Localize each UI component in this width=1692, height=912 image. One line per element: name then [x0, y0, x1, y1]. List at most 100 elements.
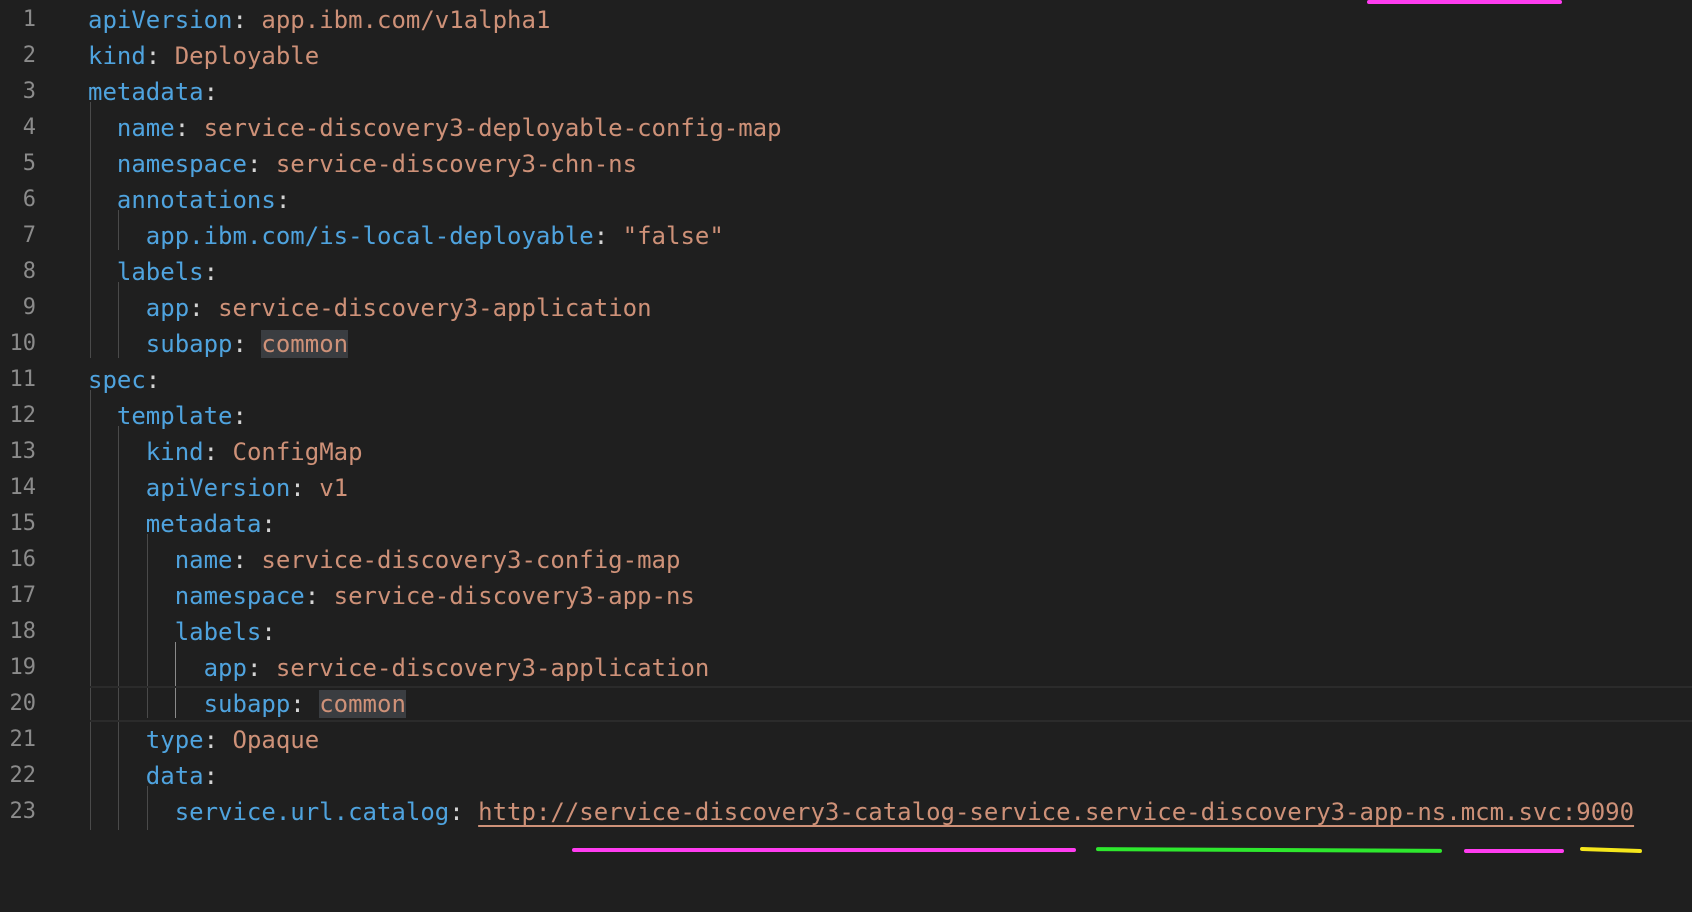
code-content: name: service-discovery3-deployable-conf…	[117, 110, 782, 146]
yaml-colon: :	[203, 78, 219, 106]
code-content: apiVersion: v1	[146, 470, 348, 506]
yaml-value: service-discovery3-chn-ns	[275, 150, 638, 178]
line-number: 5	[22, 151, 36, 176]
yaml-key: name	[116, 114, 175, 142]
code-line[interactable]: 19 app: service-discovery3-application	[0, 650, 1692, 686]
yaml-key: spec	[88, 366, 146, 394]
code-content: labels:	[117, 254, 218, 290]
code-line[interactable]: 11 spec:	[0, 362, 1692, 398]
code-content: annotations:	[117, 182, 290, 218]
yaml-colon: :	[232, 6, 247, 34]
yaml-colon: :	[261, 618, 276, 646]
line-number: 14	[9, 475, 37, 500]
line-number: 10	[9, 331, 37, 356]
yaml-colon: :	[290, 474, 305, 502]
code-line[interactable]: 2 kind: Deployable	[0, 38, 1692, 74]
code-line[interactable]: 3 metadata:	[0, 74, 1692, 110]
code-line[interactable]: 20 subapp: common	[0, 686, 1692, 722]
yaml-value: service-discovery3-app-ns	[333, 582, 695, 610]
yaml-value: service-discovery3-config-map	[261, 546, 681, 574]
annotation-mark-green	[1095, 847, 1443, 853]
line-number: 3	[22, 79, 36, 104]
yaml-key: labels	[174, 618, 262, 646]
yaml-value: service-discovery3-application	[218, 294, 652, 322]
code-line[interactable]: 5 namespace: service-discovery3-chn-ns	[0, 146, 1692, 182]
code-line[interactable]: 17 namespace: service-discovery3-app-ns	[0, 578, 1692, 614]
code-content: type: Opaque	[146, 722, 319, 758]
yaml-value: ConfigMap	[232, 438, 363, 466]
code-line[interactable]: 16 name: service-discovery3-config-map	[0, 542, 1692, 578]
yaml-colon: :	[593, 222, 609, 250]
annotation-mark-magenta-2	[1464, 849, 1564, 853]
yaml-key: namespace	[116, 150, 247, 178]
code-line[interactable]: 10 subapp: common	[0, 326, 1692, 362]
code-content: data:	[146, 758, 218, 794]
line-number: 22	[9, 763, 37, 788]
code-content: template:	[117, 398, 247, 434]
code-content: namespace: service-discovery3-app-ns	[175, 578, 695, 614]
code-content: kind: ConfigMap	[146, 434, 363, 470]
code-line[interactable]: 21 type: Opaque	[0, 722, 1692, 758]
yaml-key: app	[145, 294, 190, 322]
code-line[interactable]: 13 kind: ConfigMap	[0, 434, 1692, 470]
line-number: 18	[9, 619, 37, 644]
yaml-colon: :	[449, 798, 464, 826]
line-number: 16	[9, 547, 37, 572]
code-line[interactable]: 4 name: service-discovery3-deployable-con…	[0, 110, 1692, 146]
yaml-key: service.url.catalog	[174, 798, 450, 826]
code-line[interactable]: 18 labels:	[0, 614, 1692, 650]
code-line[interactable]: 15 metadata:	[0, 506, 1692, 542]
code-line[interactable]: 6 annotations:	[0, 182, 1692, 218]
annotation-mark-yellow	[1579, 846, 1643, 854]
yaml-key: data	[145, 762, 204, 790]
line-number: 4	[22, 115, 36, 140]
yaml-key: subapp	[145, 330, 233, 358]
yaml-key: app.ibm.com/is-local-deployable	[145, 222, 594, 250]
code-content: metadata:	[146, 506, 276, 542]
yaml-value-link[interactable]: http://service-discovery3-catalog-servic…	[478, 798, 1634, 826]
code-line[interactable]: 1 apiVersion: app.ibm.com/v1alpha1	[0, 2, 1692, 38]
code-line[interactable]: 7 app.ibm.com/is-local-deployable: "false…	[0, 218, 1692, 254]
line-number: 12	[9, 403, 37, 428]
line-number: 9	[22, 295, 36, 320]
yaml-key: kind	[145, 438, 204, 466]
yaml-key: metadata	[88, 78, 204, 106]
yaml-colon: :	[203, 726, 219, 754]
code-content: subapp: common	[204, 686, 406, 722]
yaml-key: apiVersion	[88, 6, 233, 34]
code-line[interactable]: 8 labels:	[0, 254, 1692, 290]
code-line[interactable]: 14 apiVersion: v1	[0, 470, 1692, 506]
code-line[interactable]: 9 app: service-discovery3-application	[0, 290, 1692, 326]
yaml-value: "false"	[622, 222, 724, 250]
yaml-value: v1	[319, 474, 349, 502]
yaml-key: template	[116, 402, 233, 430]
yaml-colon: :	[261, 510, 276, 538]
yaml-value: Deployable	[174, 42, 320, 70]
yaml-colon: :	[232, 546, 247, 574]
yaml-colon: :	[304, 582, 320, 610]
code-content: app: service-discovery3-application	[204, 650, 710, 686]
line-number: 23	[9, 799, 37, 824]
line-number: 13	[9, 439, 37, 464]
yaml-colon: :	[189, 294, 204, 322]
code-content: metadata:	[88, 74, 218, 110]
code-line[interactable]: 22 data:	[0, 758, 1692, 794]
yaml-key: subapp	[203, 690, 291, 718]
line-number: 1	[22, 7, 36, 32]
yaml-key: apiVersion	[145, 474, 291, 502]
code-content: subapp: common	[145, 326, 349, 362]
line-number: 21	[9, 727, 37, 752]
line-number: 6	[22, 187, 36, 212]
yaml-colon: :	[246, 654, 262, 682]
yaml-colon: :	[232, 330, 247, 358]
code-line[interactable]: 23 service.url.catalog: http://service-di…	[0, 794, 1692, 830]
code-line[interactable]: 12 template:	[0, 398, 1692, 434]
yaml-colon: :	[145, 366, 161, 394]
yaml-colon: :	[232, 402, 247, 430]
code-editor[interactable]: 1 apiVersion: app.ibm.com/v1alpha1 2 kind: …	[0, 0, 1692, 912]
yaml-key: name	[174, 546, 233, 574]
yaml-colon: :	[203, 258, 219, 286]
yaml-key: type	[145, 726, 204, 754]
yaml-key: namespace	[174, 582, 305, 610]
line-number: 15	[9, 511, 37, 536]
